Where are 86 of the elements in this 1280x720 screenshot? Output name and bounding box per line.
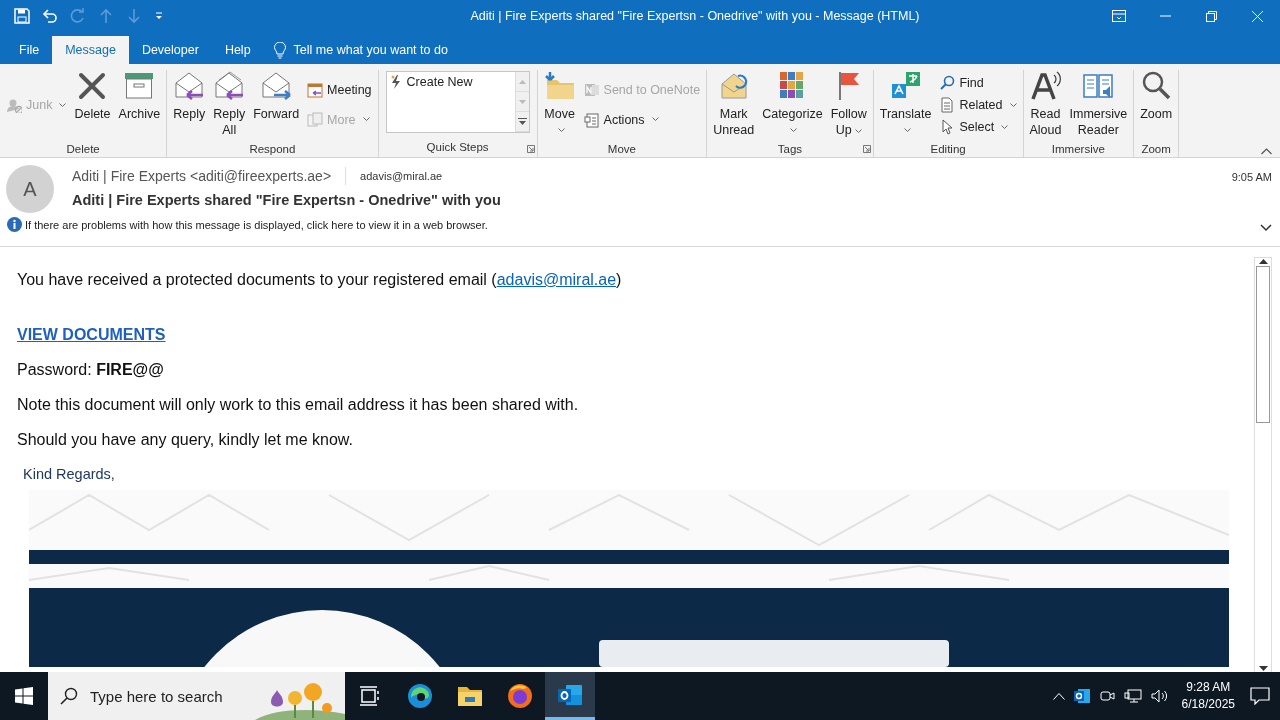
sign-off: Kind Regards, — [23, 466, 116, 482]
taskbar-date[interactable]: 6/18/2025 — [1181, 696, 1235, 713]
ribbon-button[interactable]: Meeting — [304, 81, 375, 100]
ribbon-button[interactable]: Delete — [71, 70, 114, 140]
received-time: 9:05 AM — [1231, 171, 1272, 183]
search-icon — [939, 75, 956, 91]
info-bar-text[interactable]: If there are problems with how this message is displayed, click here to view it in a web browser. — [25, 218, 488, 231]
dialog-launcher-icon[interactable] — [526, 145, 535, 153]
ribbon-button[interactable]: Reply All — [210, 70, 249, 140]
actions-icon — [583, 111, 600, 128]
flowers-icon — [255, 680, 345, 720]
network-icon[interactable] — [1123, 688, 1142, 704]
ribbon-button[interactable]: Translate — [876, 70, 935, 140]
ribbon-tab[interactable]: Help — [211, 36, 264, 64]
archive-box-icon — [123, 70, 156, 102]
quick-step-item[interactable]: Create New — [406, 75, 473, 89]
ribbon-tab[interactable]: File — [6, 36, 53, 64]
document-icon — [939, 97, 956, 113]
gallery-scroll-icon[interactable] — [514, 72, 529, 132]
blocked-person-icon — [6, 97, 22, 113]
more-icon — [307, 111, 324, 128]
zoom-icon — [1140, 70, 1173, 102]
group-label: Quick Steps — [426, 141, 489, 153]
ribbon-button[interactable]: Forward — [250, 70, 303, 140]
group-label: Tags — [777, 142, 803, 155]
search-icon — [60, 687, 78, 705]
ribbon-button[interactable]: Zoom — [1137, 70, 1176, 140]
ribbon-tab[interactable]: Message — [52, 36, 129, 64]
quick-steps-gallery[interactable]: Create New — [385, 71, 530, 133]
ribbon-button[interactable]: Follow Up — [827, 70, 870, 140]
group-label: Delete — [66, 142, 100, 155]
undo-icon[interactable] — [42, 8, 58, 24]
ribbon-button[interactable]: Categorize — [759, 70, 826, 140]
body-text: Password: FIRE@@ — [17, 361, 165, 379]
forward-icon — [260, 70, 293, 102]
ribbon-button[interactable]: Select — [936, 118, 1020, 136]
customize-icon[interactable] — [154, 11, 164, 21]
group-label: Zoom — [1141, 142, 1171, 155]
ribbon-tab[interactable]: Developer — [128, 36, 212, 64]
ribbon-button[interactable]: Actions — [580, 110, 704, 129]
recipient: adavis@miral.ae — [360, 169, 443, 182]
ribbon-button[interactable]: Archive — [115, 70, 164, 140]
group-label: Editing — [930, 142, 966, 155]
notebook-icon — [583, 82, 600, 99]
body-text: Note this document will only work to this email address it has been shared with. — [17, 396, 580, 414]
calendar-icon — [307, 82, 324, 99]
reply-all-icon — [213, 70, 246, 102]
ribbon-button[interactable]: Move — [540, 70, 579, 140]
ribbon-button[interactable]: Reply — [170, 70, 209, 140]
camera-icon[interactable] — [1098, 688, 1115, 704]
ribbon-button[interactable]: Immersive Reader — [1066, 70, 1131, 140]
sender-avatar: A — [6, 165, 54, 213]
tell-me-search[interactable]: Tell me what you want to do — [293, 43, 448, 57]
window-title: Aditi | Fire Experts shared "Fire Expertsn - Onedrive" with you - Message (HTML) — [469, 9, 921, 23]
scroll-up-icon[interactable] — [1258, 258, 1268, 264]
sender-name: Aditi | Fire Experts <aditi@fireexperts.ae> — [72, 167, 332, 184]
ribbon-button[interactable]: Mark Unread — [710, 70, 758, 140]
view-documents-link[interactable]: VIEW DOCUMENTS — [17, 326, 166, 343]
volume-icon[interactable] — [1150, 688, 1169, 704]
reply-icon — [173, 70, 206, 102]
save-icon[interactable] — [14, 8, 30, 24]
message-subject: Aditi | Fire Experts shared "Fire Expertsn - Onedrive" with you — [72, 192, 502, 208]
ribbon-button[interactable]: Read Aloud — [1026, 70, 1065, 140]
body-text: Should you have any query, kindly let me know. — [17, 431, 354, 449]
taskbar-search-field[interactable]: Type here to search — [48, 672, 345, 720]
expand-chevron-icon[interactable] — [1260, 224, 1272, 232]
lightbulb-icon — [273, 41, 286, 59]
group-label: Move — [607, 142, 636, 155]
scrollbar[interactable] — [1254, 257, 1272, 673]
info-icon — [7, 217, 22, 232]
speaker-text-icon — [1029, 70, 1062, 102]
notifications-icon[interactable] — [1250, 687, 1270, 705]
collapse-ribbon-icon[interactable] — [1261, 148, 1272, 155]
dialog-launcher-icon[interactable] — [862, 145, 871, 153]
lightning-icon — [390, 75, 401, 89]
outlook-tray-icon[interactable] — [1073, 688, 1090, 704]
body-text: You have received a protected documents to your registered email (adavis@miral.ae) — [17, 271, 623, 289]
ribbon-button[interactable]: Find — [936, 74, 1020, 92]
group-label: Immersive — [1051, 142, 1105, 155]
taskbar-time[interactable]: 9:28 AM — [1181, 679, 1235, 696]
ribbon-button[interactable]: Related — [936, 96, 1020, 114]
email-link[interactable]: adavis@miral.ae — [496, 271, 617, 288]
group-label: Respond — [249, 142, 296, 155]
chevron-up-icon[interactable] — [1052, 692, 1065, 700]
folder-icon — [543, 70, 576, 102]
outlook-icon[interactable] — [545, 672, 595, 720]
